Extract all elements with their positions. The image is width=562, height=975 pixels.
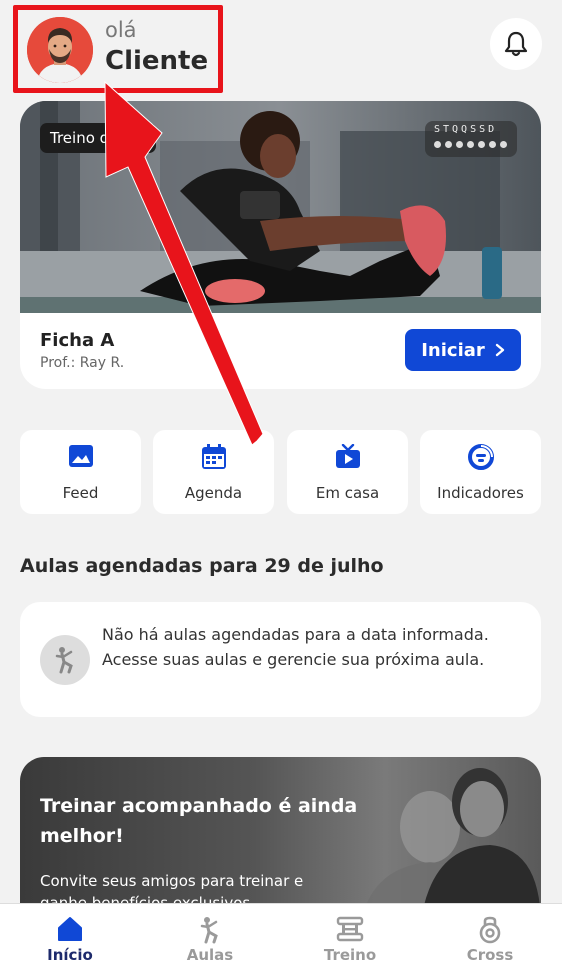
empty-classes-card[interactable]: Não há aulas agendadas para a data infor… bbox=[20, 602, 541, 717]
week-dots bbox=[434, 141, 507, 148]
workout-title: Ficha A bbox=[40, 330, 115, 351]
quick-action-agenda[interactable]: Agenda bbox=[153, 430, 274, 514]
bottom-tab-bar: Início Aulas Treino Cross bbox=[0, 903, 562, 975]
quick-action-label: Agenda bbox=[184, 484, 243, 502]
invite-promo-banner[interactable]: Treinar acompanhado é ainda melhor! Conv… bbox=[20, 757, 541, 927]
image-icon bbox=[68, 445, 93, 467]
week-days: STQQSSD bbox=[434, 124, 498, 135]
tab-label: Aulas bbox=[186, 946, 234, 964]
quick-action-label: Em casa bbox=[315, 484, 380, 502]
week-indicator: STQQSSD bbox=[425, 121, 517, 157]
highlight-box bbox=[13, 5, 223, 93]
tab-label: Cross bbox=[466, 946, 514, 964]
quick-action-label: Feed bbox=[62, 484, 99, 502]
workout-photo: Treino do dia STQQSSD bbox=[20, 101, 541, 313]
chevron-right-icon bbox=[495, 343, 504, 357]
quick-action-label: Indicadores bbox=[437, 484, 524, 502]
home-icon bbox=[58, 917, 82, 941]
tv-play-icon bbox=[335, 444, 360, 468]
calendar-icon bbox=[201, 444, 226, 469]
empty-classes-message: Não há aulas agendadas para a data infor… bbox=[102, 625, 489, 669]
start-workout-button[interactable]: Iniciar bbox=[405, 329, 521, 371]
photo-tag: Treino do dia bbox=[40, 123, 156, 153]
dancer-icon bbox=[200, 917, 218, 944]
workout-professor: Prof.: Ray R. bbox=[40, 355, 125, 371]
dancer-icon bbox=[40, 635, 90, 685]
bell-icon bbox=[504, 31, 528, 57]
quick-action-feed[interactable]: Feed bbox=[20, 430, 141, 514]
tab-treino[interactable]: Treino bbox=[280, 904, 420, 975]
dumbbell-icon bbox=[336, 916, 364, 942]
tab-aulas[interactable]: Aulas bbox=[140, 904, 280, 975]
promo-title: Treinar acompanhado é ainda melhor! bbox=[40, 795, 358, 847]
section-title: Aulas agendadas para 29 de julho bbox=[20, 555, 384, 577]
kettlebell-icon bbox=[479, 916, 501, 944]
gauge-icon bbox=[467, 444, 494, 470]
quick-action-em-casa[interactable]: Em casa bbox=[287, 430, 408, 514]
notifications-button[interactable] bbox=[490, 18, 542, 70]
tab-inicio[interactable]: Início bbox=[0, 904, 140, 975]
tab-label: Início bbox=[47, 946, 93, 964]
tab-label: Treino bbox=[323, 946, 377, 964]
start-label: Iniciar bbox=[421, 339, 485, 361]
tab-cross[interactable]: Cross bbox=[420, 904, 560, 975]
quick-action-indicadores[interactable]: Indicadores bbox=[420, 430, 541, 514]
workout-card[interactable]: Treino do dia STQQSSD Ficha A Prof.: Ray… bbox=[20, 101, 541, 389]
